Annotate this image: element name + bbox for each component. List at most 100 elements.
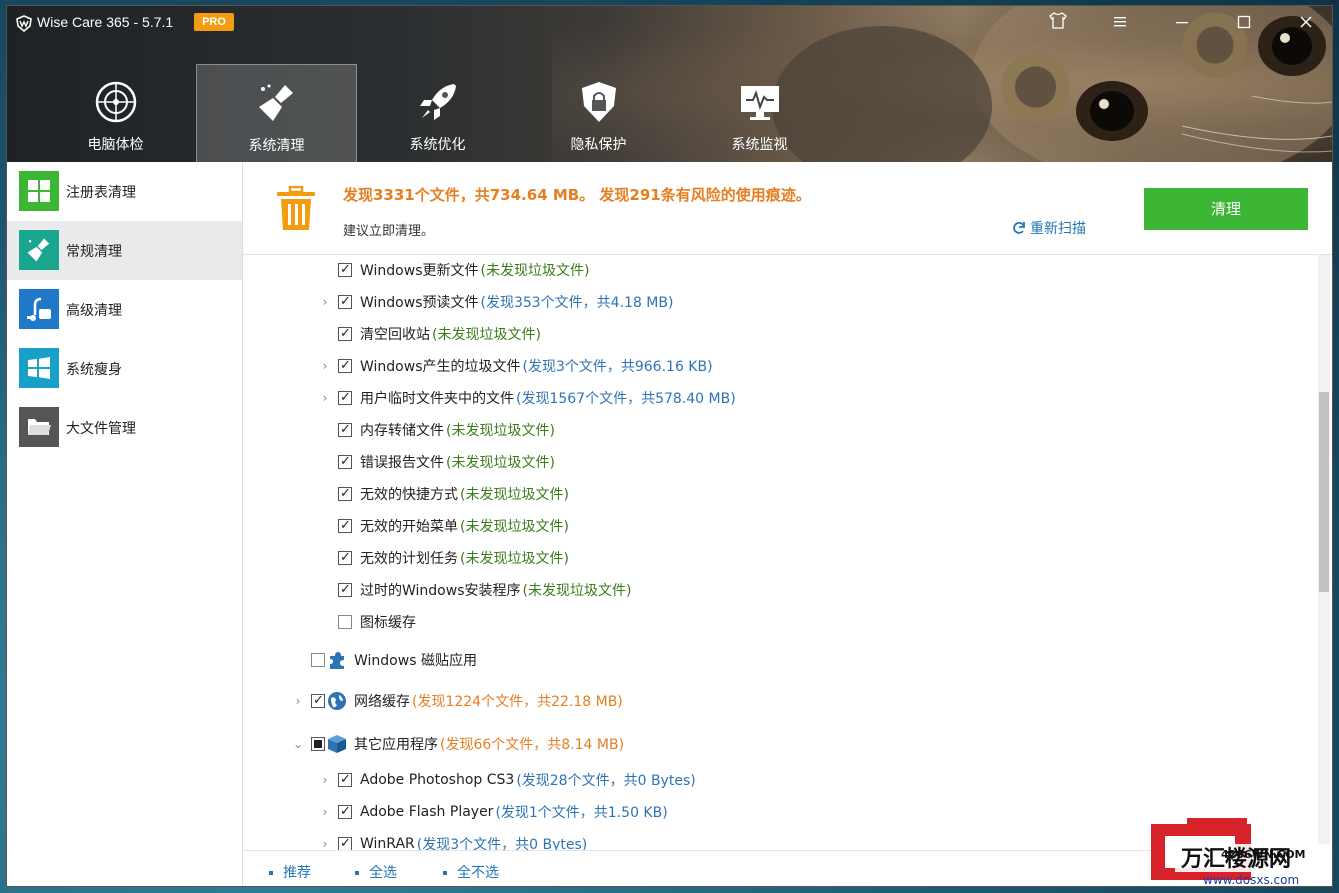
chevron-right-icon[interactable]: › [318, 359, 332, 373]
list-item: › 清空回收站 (未发现垃圾文件) [318, 323, 541, 345]
app-window: Wise Care 365 - 5.7.1 PRO 电脑体检 系统清理 系统优化… [7, 6, 1332, 886]
sidebar-item-registry-clean[interactable]: 注册表清理 [7, 162, 242, 221]
item-checkbox[interactable] [338, 581, 352, 599]
sidebar-item-large-file[interactable]: 大文件管理 [7, 398, 242, 457]
minimize-button[interactable] [1167, 12, 1197, 36]
tab-privacy[interactable]: 隐私保护 [518, 64, 679, 162]
list-item: › 无效的快捷方式 (未发现垃圾文件) [318, 483, 569, 505]
chevron-right-icon[interactable]: › [318, 295, 332, 309]
item-checkbox[interactable] [338, 549, 352, 567]
category-name: Windows 磁贴应用 [354, 653, 477, 669]
sidebar-item-label: 系统瘦身 [66, 362, 122, 378]
item-name: 无效的开始菜单 [360, 519, 458, 535]
watermark-graphic: 万汇楼源网 4266WN.COM www.dosxs.com [1151, 818, 1331, 887]
bullet-icon [355, 871, 359, 875]
titlebar: Wise Care 365 - 5.7.1 PRO [7, 6, 1332, 42]
item-checkbox[interactable] [338, 453, 352, 471]
tab-label: 隐私保护 [570, 137, 627, 153]
item-checkbox[interactable] [338, 389, 352, 407]
item-checkbox[interactable] [338, 771, 352, 789]
sidebar-item-system-slim[interactable]: 系统瘦身 [7, 339, 242, 398]
menu-button[interactable] [1105, 12, 1135, 36]
trash-icon [277, 186, 315, 230]
list-item: › 无效的计划任务 (未发现垃圾文件) [318, 547, 569, 569]
scan-result-list: › Windows更新文件 (未发现垃圾文件) › Windows预读文件 (发… [243, 255, 1332, 850]
close-icon [1300, 16, 1312, 28]
tab-system-optimize[interactable]: 系统优化 [357, 64, 518, 162]
rescan-label: 重新扫描 [1030, 221, 1086, 237]
list-item: › Windows产生的垃圾文件 (发现3个文件，共966.16 KB) [318, 355, 713, 377]
item-status: (发现3个文件，共0 Bytes) [416, 837, 588, 850]
item-status: (发现353个文件，共4.18 MB) [480, 295, 674, 311]
item-status: (未发现垃圾文件) [432, 327, 541, 343]
menu-icon [1114, 17, 1126, 27]
sidebar-item-common-clean[interactable]: 常规清理 [7, 221, 242, 280]
item-status: (发现1567个文件，共578.40 MB) [516, 391, 736, 407]
list-item: › Adobe Flash Player (发现1个文件，共1.50 KB) [318, 801, 668, 823]
select-all-label: 全选 [369, 865, 397, 881]
item-checkbox[interactable] [338, 421, 352, 439]
skin-button[interactable] [1043, 12, 1073, 36]
item-checkbox[interactable] [338, 835, 352, 850]
list-item: › WinRAR (发现3个文件，共0 Bytes) [318, 833, 587, 850]
maximize-button[interactable] [1229, 12, 1259, 36]
category-checkbox[interactable] [311, 737, 325, 751]
item-checkbox[interactable] [338, 517, 352, 535]
summary-headline: 发现3331个文件，共734.64 MB。 发现291条有风险的使用痕迹。 [343, 186, 811, 204]
tab-label: 电脑体检 [87, 137, 144, 153]
category-checkbox[interactable] [311, 653, 325, 667]
item-name: Windows更新文件 [360, 263, 479, 279]
chevron-right-icon[interactable]: › [318, 773, 332, 787]
select-none-link[interactable]: 全不选 [443, 862, 499, 882]
watermark-text-code: 4266WN.COM [1221, 848, 1306, 861]
chevron-right-icon[interactable]: › [291, 694, 305, 708]
chevron-right-icon[interactable]: › [318, 837, 332, 850]
list-item: › Windows预读文件 (发现353个文件，共4.18 MB) [318, 291, 674, 313]
category-row: › Windows 磁贴应用 [291, 648, 477, 672]
item-status: (发现1个文件，共1.50 KB) [495, 805, 668, 821]
rescan-link[interactable]: 重新扫描 [1012, 218, 1086, 238]
chevron-right-icon[interactable]: › [318, 391, 332, 405]
select-none-label: 全不选 [457, 865, 499, 881]
item-name: 无效的快捷方式 [360, 487, 458, 503]
monitor-pulse-icon [740, 86, 779, 120]
scroll-thumb[interactable] [1319, 392, 1329, 592]
tab-label: 系统清理 [248, 138, 305, 154]
tab-system-clean[interactable]: 系统清理 [196, 64, 357, 162]
chevron-right-icon[interactable]: › [318, 805, 332, 819]
item-name: 错误报告文件 [360, 455, 444, 471]
item-checkbox[interactable] [338, 293, 352, 311]
category-checkbox[interactable] [311, 692, 325, 710]
tab-pc-checkup[interactable]: 电脑体检 [35, 64, 196, 162]
list-scrollbar[interactable] [1318, 255, 1330, 850]
item-checkbox[interactable] [338, 615, 352, 629]
item-checkbox[interactable] [338, 261, 352, 279]
skin-icon [1049, 12, 1067, 29]
bullet-icon [443, 871, 447, 875]
category-status: (发现66个文件，共8.14 MB) [440, 737, 625, 753]
radar-icon [95, 81, 136, 123]
select-all-link[interactable]: 全选 [355, 862, 397, 882]
item-name: 无效的计划任务 [360, 551, 458, 567]
item-checkbox[interactable] [338, 803, 352, 821]
chevron-down-icon[interactable]: ⌄ [291, 737, 305, 751]
item-checkbox[interactable] [338, 325, 352, 343]
item-checkbox[interactable] [338, 485, 352, 503]
list-item: › 错误报告文件 (未发现垃圾文件) [318, 451, 555, 473]
folder-icon [19, 407, 59, 447]
list-item: › 用户临时文件夹中的文件 (发现1567个文件，共578.40 MB) [318, 387, 736, 409]
close-button[interactable] [1291, 12, 1321, 36]
app-logo-icon [16, 15, 32, 33]
clean-button[interactable]: 清理 [1144, 188, 1308, 230]
globe-icon [328, 692, 346, 710]
item-name: Adobe Photoshop CS3 [360, 772, 515, 788]
recommend-link[interactable]: 推荐 [269, 862, 311, 882]
recommend-label: 推荐 [283, 865, 311, 881]
item-name: 过时的Windows安装程序 [360, 583, 521, 599]
item-status: (未发现垃圾文件) [446, 423, 555, 439]
tab-system-monitor[interactable]: 系统监视 [679, 64, 840, 162]
registry-icon [19, 171, 59, 211]
header: Wise Care 365 - 5.7.1 PRO 电脑体检 系统清理 系统优化… [7, 6, 1332, 162]
item-checkbox[interactable] [338, 357, 352, 375]
sidebar-item-advanced-clean[interactable]: 高级清理 [7, 280, 242, 339]
